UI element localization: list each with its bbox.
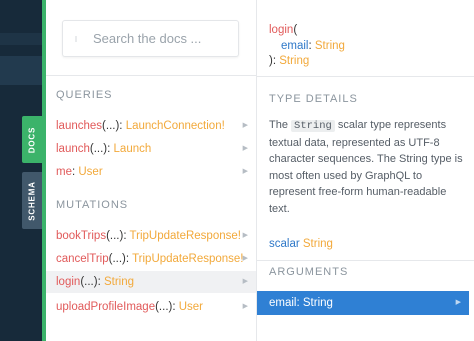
- chevron-right-icon: ▶: [242, 255, 248, 262]
- field-name: bookTrips: [56, 230, 107, 242]
- field-name: uploadProfileImage: [56, 301, 156, 313]
- tab-docs-label: DOCS: [27, 126, 37, 153]
- field-name: cancelTrip: [56, 253, 109, 265]
- field-login[interactable]: login(...): String ▶: [46, 271, 256, 293]
- divider: [257, 76, 474, 77]
- chevron-right-icon: ▶: [455, 299, 461, 306]
- scalar-keyword: scalar: [269, 238, 300, 250]
- type-description: The String scalar type represents textua…: [269, 117, 467, 217]
- signature-line-3: ): String: [269, 53, 309, 69]
- chevron-right-icon: ▶: [242, 303, 248, 310]
- type-name-code: String: [291, 120, 335, 132]
- chevron-right-icon: ▶: [242, 278, 248, 285]
- field-name: launches: [56, 120, 103, 132]
- search-input[interactable]: [93, 22, 233, 55]
- field-args: (...): [102, 120, 120, 132]
- field-args: (...): [108, 253, 126, 265]
- field-type[interactable]: TripUpdateResponse!: [132, 253, 243, 265]
- chevron-right-icon: ▶: [242, 232, 248, 239]
- signature-field-name: login: [269, 24, 294, 36]
- field-type[interactable]: Launch: [114, 143, 152, 155]
- field-args: (...): [89, 143, 108, 155]
- field-type[interactable]: LaunchConnection!: [126, 120, 225, 132]
- queries-section-title: QUERIES: [56, 89, 113, 101]
- chevron-right-icon: ▶: [242, 145, 248, 152]
- type-details-title: TYPE DETAILS: [269, 93, 358, 105]
- app-sidebar-background: [0, 0, 42, 341]
- divider: [257, 260, 474, 261]
- type-description-text: The: [269, 119, 292, 131]
- field-args: (...): [155, 301, 173, 313]
- tab-schema-label: SCHEMA: [27, 180, 37, 221]
- docs-explorer-column: QUERIES launches(...): LaunchConnection!…: [46, 0, 257, 341]
- scalar-name: String: [302, 238, 333, 250]
- signature-return-type[interactable]: String: [279, 55, 309, 67]
- signature-open-paren: (: [293, 24, 298, 36]
- field-uploadprofileimage[interactable]: uploadProfileImage(...): User ▶: [46, 296, 256, 318]
- signature-line-1: login(: [269, 22, 297, 38]
- type-description-text: scalar type represents textual data, rep…: [269, 119, 463, 215]
- field-name: login: [56, 276, 81, 288]
- search-icon: [75, 36, 77, 42]
- argument-type[interactable]: String: [303, 297, 333, 309]
- signature-close: ):: [269, 55, 280, 67]
- field-launches[interactable]: launches(...): LaunchConnection! ▶: [46, 115, 256, 137]
- argument-email[interactable]: email: String ▶: [257, 291, 469, 315]
- field-type[interactable]: TripUpdateResponse!: [130, 230, 241, 242]
- tab-docs[interactable]: DOCS: [22, 116, 42, 163]
- scalar-definition: scalar String: [269, 238, 333, 250]
- divider: [46, 75, 257, 76]
- mutations-section-title: MUTATIONS: [56, 199, 129, 211]
- field-name: me: [56, 166, 72, 178]
- app-sidebar-band: [0, 56, 42, 85]
- field-launch[interactable]: launch(...): Launch ▶: [46, 138, 256, 160]
- field-args: (...): [80, 276, 98, 288]
- app-sidebar-band: [0, 33, 42, 45]
- search-box[interactable]: [62, 20, 239, 57]
- arguments-title: ARGUMENTS: [269, 266, 349, 278]
- field-type[interactable]: User: [179, 301, 203, 313]
- field-type[interactable]: String: [104, 276, 134, 288]
- signature-arg-type[interactable]: String: [315, 40, 345, 52]
- tab-schema[interactable]: SCHEMA: [22, 172, 42, 229]
- field-me[interactable]: me: User ▶: [46, 161, 256, 183]
- field-type[interactable]: User: [78, 166, 102, 178]
- field-booktrips[interactable]: bookTrips(...): TripUpdateResponse! ▶: [46, 225, 256, 247]
- field-details-column: login( email: String ): String TYPE DETA…: [257, 0, 474, 341]
- argument-name: email: [269, 297, 297, 309]
- field-name: launch: [56, 143, 90, 155]
- chevron-right-icon: ▶: [242, 122, 248, 129]
- chevron-right-icon: ▶: [242, 168, 248, 175]
- signature-arg-name: email: [281, 40, 309, 52]
- signature-argument: email: String: [281, 38, 345, 54]
- field-canceltrip[interactable]: cancelTrip(...): TripUpdateResponse! ▶: [46, 248, 256, 270]
- field-args: (...): [106, 230, 124, 242]
